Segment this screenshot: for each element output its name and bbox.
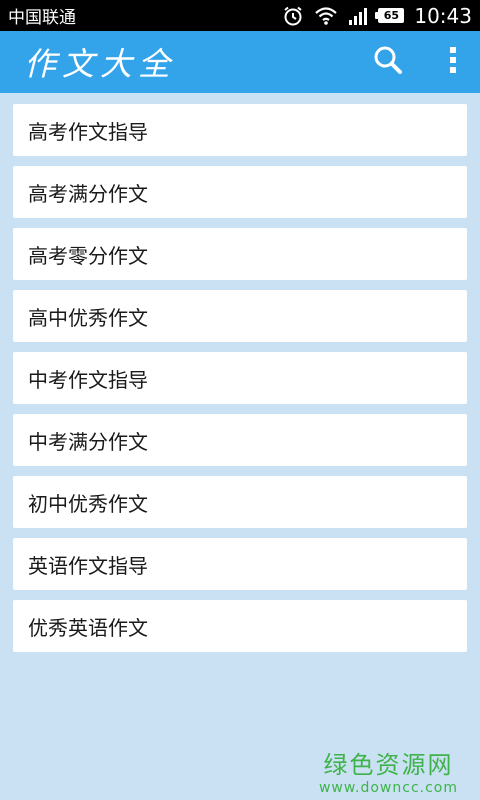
- wifi-icon: [314, 6, 338, 26]
- list-item[interactable]: 中考作文指导: [13, 352, 467, 404]
- list-item[interactable]: 英语作文指导: [13, 538, 467, 590]
- list-item[interactable]: 优秀英语作文: [13, 600, 467, 652]
- watermark-title: 绿色资源网: [323, 751, 454, 779]
- battery-icon: 65: [375, 8, 405, 23]
- list-item[interactable]: 中考满分作文: [13, 414, 467, 466]
- list-item[interactable]: 初中优秀作文: [13, 476, 467, 528]
- action-bar: 作文大全: [0, 31, 480, 93]
- list-item[interactable]: 高考零分作文: [13, 228, 467, 280]
- search-icon: [372, 44, 404, 80]
- watermark: 绿色资源网 www.downcc.com: [319, 745, 458, 796]
- list-item-label: 高中优秀作文: [28, 305, 148, 330]
- category-list: 高考作文指导 高考满分作文 高考零分作文 高中优秀作文 中考作文指导 中考满分作…: [13, 104, 467, 652]
- carrier-name: 中国联通: [8, 8, 76, 28]
- status-icons: 65 10:43: [282, 4, 472, 28]
- list-item[interactable]: 高中优秀作文: [13, 290, 467, 342]
- search-button[interactable]: [372, 44, 404, 80]
- signal-icon: [348, 7, 368, 25]
- list-item-label: 高考满分作文: [28, 181, 148, 206]
- list-item-label: 优秀英语作文: [28, 615, 148, 640]
- app-title: 作文大全: [24, 45, 177, 83]
- status-bar: 中国联通 65 10:43: [0, 0, 480, 31]
- list-item-label: 中考满分作文: [28, 429, 148, 454]
- list-item-label: 英语作文指导: [28, 553, 148, 578]
- clock: 10:43: [414, 3, 472, 28]
- overflow-menu-icon: [448, 45, 458, 79]
- list-item-label: 高考作文指导: [28, 119, 148, 144]
- overflow-menu-button[interactable]: [448, 45, 458, 79]
- list-item[interactable]: 高考满分作文: [13, 166, 467, 218]
- alarm-icon: [282, 5, 304, 27]
- list-item-label: 高考零分作文: [28, 243, 148, 268]
- list-item-label: 中考作文指导: [28, 367, 148, 392]
- action-buttons: [372, 44, 458, 80]
- watermark-url: www.downcc.com: [318, 780, 458, 796]
- list-item-label: 初中优秀作文: [28, 491, 148, 516]
- list-item[interactable]: 高考作文指导: [13, 104, 467, 156]
